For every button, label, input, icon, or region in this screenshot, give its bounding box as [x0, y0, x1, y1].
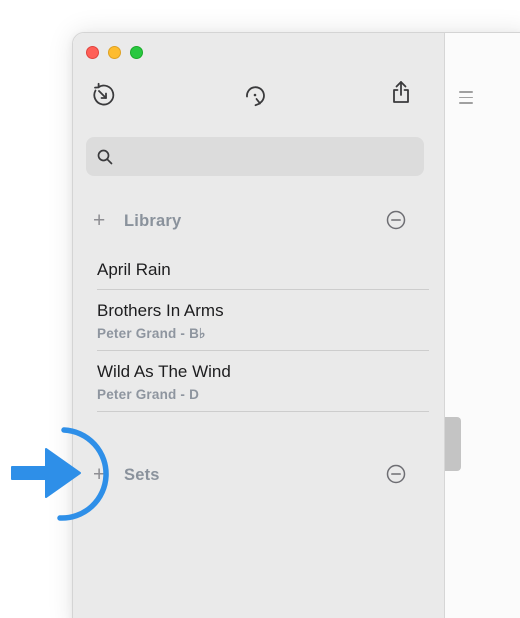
traffic-lights: [86, 46, 143, 59]
reload-icon: [246, 86, 265, 107]
search-icon: [97, 149, 113, 165]
hamburger-line: [459, 102, 473, 104]
minimize-window-button[interactable]: [108, 46, 121, 59]
sets-section-header: + Sets: [93, 463, 433, 489]
sidebar: + Library April Rain Brothers In Arms Pe…: [73, 33, 445, 618]
reload-button[interactable]: [241, 81, 269, 109]
list-item[interactable]: Brothers In Arms Peter Grand - B♭: [97, 290, 429, 351]
app-window: + Library April Rain Brothers In Arms Pe…: [72, 32, 520, 618]
list-item[interactable]: Wild As The Wind Peter Grand - D: [97, 351, 429, 412]
minus-circle-icon: [386, 210, 406, 230]
minus-circle-icon: [386, 464, 406, 484]
rewind-icon: [93, 82, 115, 106]
hamburger-line: [459, 91, 473, 93]
song-subtitle: Peter Grand - B♭: [97, 326, 206, 341]
zoom-window-button[interactable]: [130, 46, 143, 59]
share-icon: [393, 81, 409, 103]
library-label[interactable]: Library: [124, 212, 181, 231]
collapse-library-button[interactable]: [385, 209, 407, 231]
collapse-sets-button[interactable]: [385, 463, 407, 485]
close-window-button[interactable]: [86, 46, 99, 59]
add-set-button[interactable]: +: [93, 464, 105, 485]
arrow-right-icon: [11, 448, 81, 498]
menu-button[interactable]: [459, 91, 473, 108]
hamburger-line: [459, 96, 473, 99]
rewind-button[interactable]: [89, 81, 117, 109]
list-item[interactable]: April Rain: [97, 247, 429, 290]
sidebar-resize-handle[interactable]: [445, 417, 461, 471]
detail-pane: [445, 33, 520, 618]
share-button[interactable]: [387, 78, 415, 106]
library-section-header: + Library: [93, 209, 433, 235]
library-song-list: April Rain Brothers In Arms Peter Grand …: [97, 247, 429, 412]
song-subtitle: Peter Grand - D: [97, 387, 200, 402]
song-title: Wild As The Wind: [97, 362, 231, 381]
song-title: April Rain: [97, 260, 171, 279]
search-field[interactable]: [86, 137, 424, 176]
sets-label[interactable]: Sets: [124, 466, 160, 485]
add-library-button[interactable]: +: [93, 210, 105, 231]
search-input[interactable]: [120, 137, 416, 176]
song-title: Brothers In Arms: [97, 301, 224, 320]
